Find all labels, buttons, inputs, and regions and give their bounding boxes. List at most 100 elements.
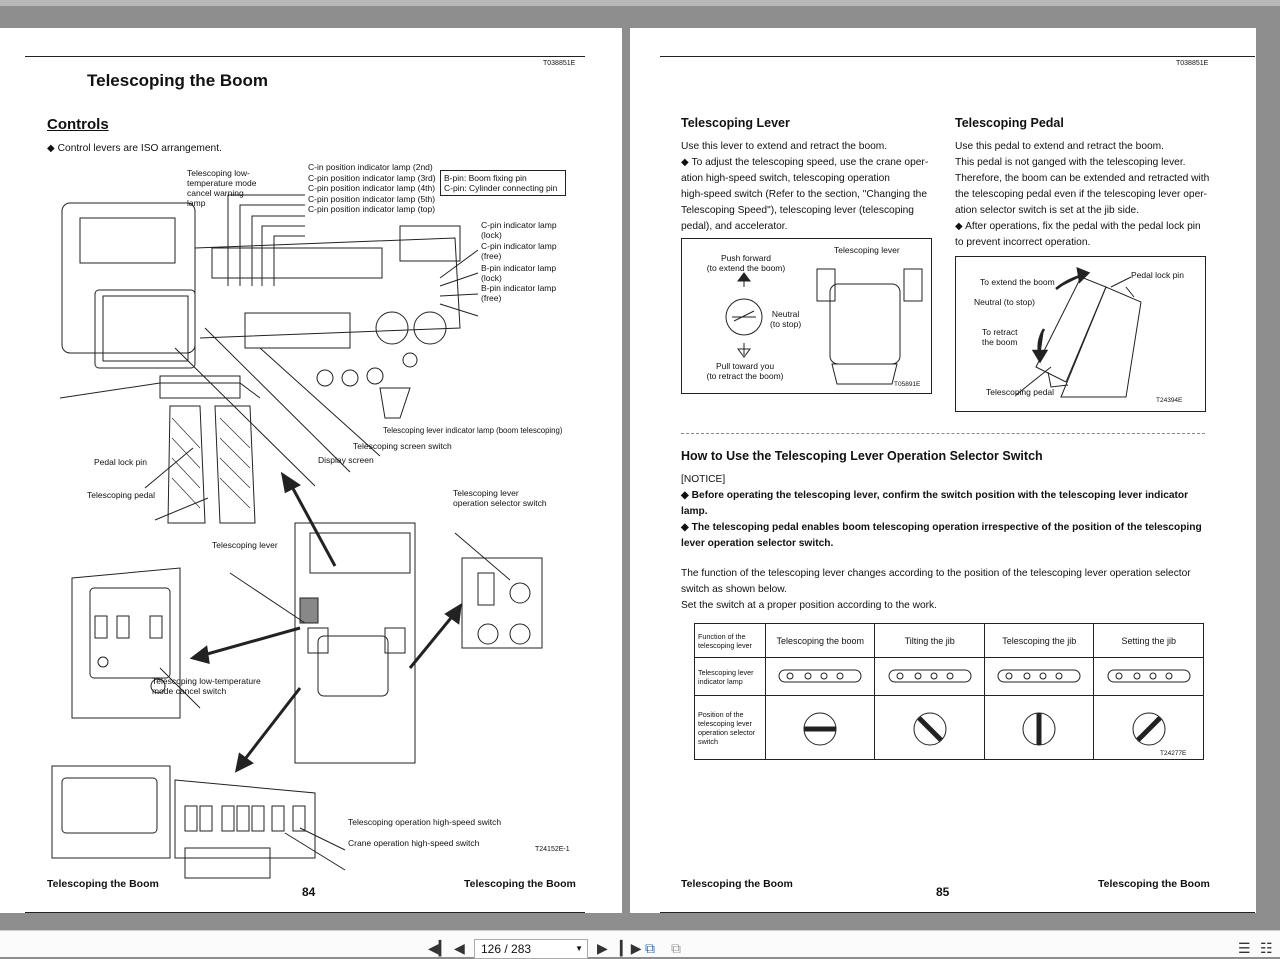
label-c-pin-lock: C-pin indicator lamp (lock): [481, 220, 557, 240]
indicator-cell: [1093, 657, 1204, 696]
col-set-jib: Setting the jib: [1093, 623, 1204, 658]
pedal-fig-code: T24394E: [1156, 397, 1183, 404]
row-header-indicator: Telescoping lever indicator lamp: [694, 657, 766, 696]
page-84: T038851E Telescoping the Boom Controls ◆…: [0, 28, 622, 913]
lever-line: high-speed switch (Refer to the section,…: [681, 189, 927, 200]
label-low-temp-warning: Telescoping low-temperature mode cancel …: [187, 168, 257, 208]
label-c-pin-4th: C-pin position indicator lamp (4th): [308, 183, 436, 193]
indicator-lamp-icon: [778, 669, 862, 682]
neutral: Neutral: [771, 309, 800, 319]
notice-line: ◆ The telescoping pedal enables boom tel…: [681, 522, 1202, 533]
indicator-cell: [874, 657, 985, 696]
pedal-label: Telescoping pedal: [986, 387, 1055, 397]
label-lever-indicator: Telescoping lever indicator lamp (boom t…: [383, 426, 563, 435]
indicator-lamp-icon: [1107, 669, 1191, 682]
function-text: The function of the telescoping lever ch…: [681, 566, 1231, 614]
lever-line: ◆ To adjust the telescoping speed, use t…: [681, 157, 929, 168]
indicator-cell: [983, 657, 1095, 696]
pedal-line: ◆ After operations, fix the pedal with t…: [955, 221, 1201, 232]
c-pin-definition: C-pin: Cylinder connecting pin: [444, 183, 558, 193]
first-page-icon[interactable]: ◀▎: [428, 940, 450, 956]
selector-knob-icon: [913, 712, 947, 745]
pedal-line: Therefore, the boom can be extended and …: [955, 173, 1210, 184]
notice-line: lamp.: [681, 506, 708, 517]
retract-boom: (to retract the boom): [706, 371, 784, 381]
pin-definitions-box: B-pin: Boom fixing pin C-pin: Cylinder c…: [440, 170, 566, 196]
header-rule: [660, 56, 1255, 57]
list-view-icon[interactable]: ☷: [1260, 940, 1273, 956]
label-c-in-2nd: C-in position indicator lamp (2nd): [308, 162, 433, 172]
selector-cell: [983, 695, 1095, 760]
document-icon[interactable]: ☰: [1238, 940, 1251, 956]
pedal-retract-2: the boom: [982, 337, 1018, 347]
col-tele-jib: Telescoping the jib: [983, 623, 1095, 658]
pedal-text: Use this pedal to extend and retract the…: [955, 139, 1220, 251]
indicator-lamp-icon: [997, 669, 1081, 682]
footer-right: Telescoping the Boom: [1098, 878, 1210, 890]
pull-toward: Pull toward you: [715, 361, 775, 371]
selector-cell: [764, 695, 876, 760]
pedal-line: Use this pedal to extend and retract the…: [955, 141, 1164, 152]
row-header-position: Position of the telescoping lever operat…: [694, 695, 766, 760]
col-boom: Telescoping the boom: [764, 623, 876, 658]
lever-line: ation high-speed switch, telescoping ope…: [681, 173, 890, 184]
selector-cell: [874, 695, 985, 760]
selector-cell: [1093, 695, 1204, 760]
page-number: 84: [302, 885, 316, 899]
col-tilt-jib: Tilting the jib: [874, 623, 985, 658]
function-line: Set the switch at a proper position acco…: [681, 600, 937, 611]
footer-rule: [660, 912, 1255, 913]
page-select[interactable]: 126 / 283 ▼: [474, 939, 588, 959]
figure-code: T24152E-1: [535, 846, 570, 853]
lever-line: pedal), and accelerator.: [681, 221, 788, 232]
notice-label: [NOTICE]: [681, 474, 726, 485]
notice-line: ◆ Before operating the telescoping lever…: [681, 490, 1189, 501]
label-screen-switch: Telescoping screen switch: [353, 441, 452, 451]
controls-illustration: [51, 194, 543, 879]
function-line: switch as shown below.: [681, 584, 787, 595]
label-telescoping-pedal: Telescoping pedal: [87, 490, 156, 500]
lever-fig-code: T05891E: [894, 381, 921, 388]
lever-text: Use this lever to extend and retract the…: [681, 139, 941, 235]
footer-right: Telescoping the Boom: [464, 878, 576, 890]
indicator-cell: [764, 657, 876, 696]
chevron-down-icon: ▼: [575, 944, 583, 953]
page-layout-icon[interactable]: ⧉: [645, 940, 655, 956]
label-crane-high-speed: Crane operation high-speed switch: [348, 838, 480, 848]
to-stop: (to stop): [770, 319, 802, 329]
label-c-pin-top: C-pin position indicator lamp (top): [308, 204, 436, 214]
label-c-pin-free: C-pin indicator lamp (free): [481, 241, 557, 261]
label-low-temp-cancel: Telescoping low-temperature mode cancel …: [152, 676, 261, 696]
selector-knob-icon: [803, 712, 837, 745]
lever-figure: Push forward (to extend the boom) Neutra…: [681, 238, 932, 394]
pedal-neutral: Neutral (to stop): [974, 297, 1035, 307]
page-number: 85: [936, 885, 950, 899]
lever-line: Use this lever to extend and retract the…: [681, 141, 888, 152]
pedal-retract-1: To retract: [982, 327, 1018, 337]
last-page-icon[interactable]: ▎▶: [620, 940, 642, 956]
function-line: The function of the telescoping lever ch…: [681, 568, 1191, 579]
pedal-line: the telescoping pedal even if the telesc…: [955, 189, 1208, 200]
pedal-lock-pin: Pedal lock pin: [1131, 270, 1184, 280]
extend-boom: (to extend the boom): [706, 263, 786, 273]
row-header-function: Function of the telescoping lever: [694, 623, 766, 658]
next-page-icon[interactable]: ▶: [597, 940, 608, 956]
label-telescoping-lever: Telescoping lever: [212, 540, 278, 550]
selector-knob-icon: [1132, 712, 1166, 745]
pedal-heading: Telescoping Pedal: [955, 116, 1064, 130]
indicator-lamp-icon: [888, 669, 972, 682]
lever-label: Telescoping lever: [834, 245, 900, 255]
prev-page-icon[interactable]: ◀: [454, 940, 465, 956]
notice-items: ◆ Before operating the telescoping lever…: [681, 488, 1221, 552]
label-b-pin-free: B-pin indicator lamp (free): [481, 283, 557, 303]
viewer-top-strip: [0, 0, 1280, 6]
footer-rule: [25, 912, 585, 913]
push-forward: Push forward: [720, 253, 772, 263]
rotate-icon[interactable]: ⧉: [671, 940, 681, 956]
footer-left: Telescoping the Boom: [47, 878, 159, 890]
lever-line: Telescoping Speed"), telescoping lever (…: [681, 205, 914, 216]
viewer-toolbar: ◀▎ ◀ 126 / 283 ▼ ▶ ▎▶ ⧉ ⧉ ☰ ☷: [0, 930, 1280, 959]
footer-left: Telescoping the Boom: [681, 878, 793, 890]
pedal-line: to prevent incorrect operation.: [955, 237, 1091, 248]
page-indicator: 126 / 283: [481, 942, 532, 956]
